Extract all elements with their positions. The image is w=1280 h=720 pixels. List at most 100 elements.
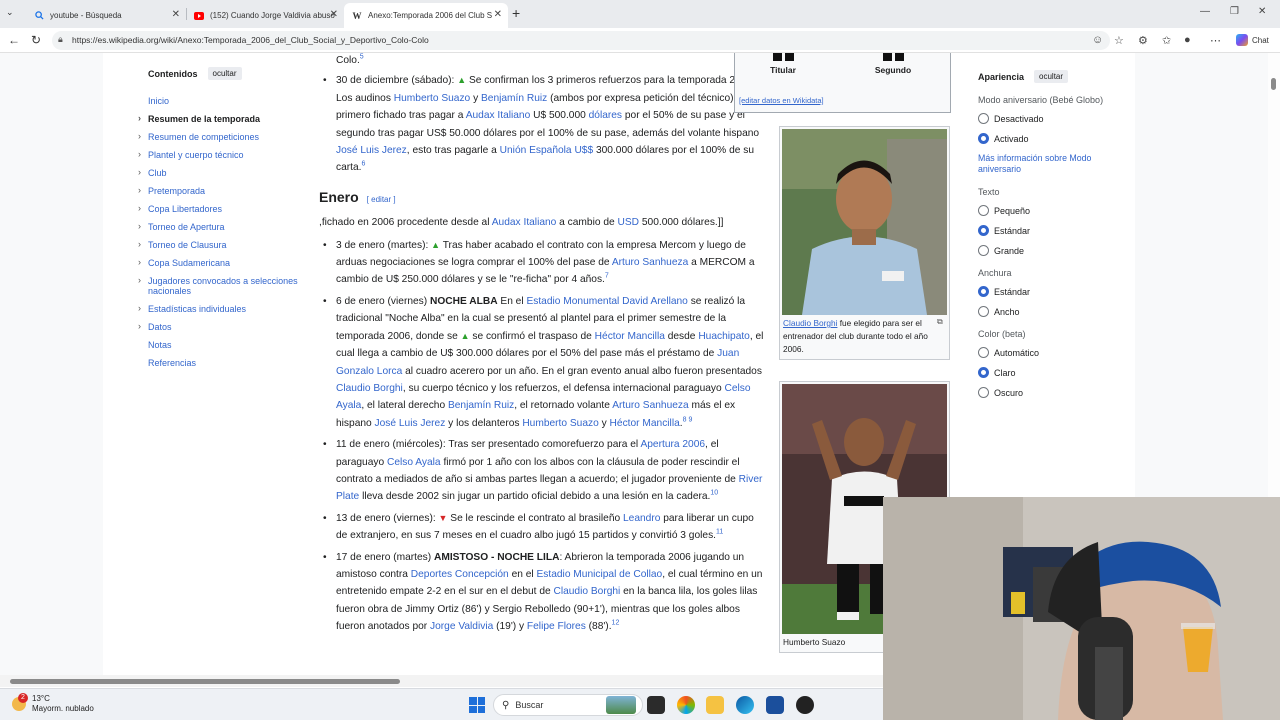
refresh-icon[interactable]: ↻ <box>31 33 41 47</box>
link[interactable]: Audax Italiano <box>466 110 531 121</box>
link[interactable]: Audax Italiano <box>492 217 557 228</box>
link[interactable]: Jorge Valdivia <box>430 621 493 632</box>
chevron-right-icon[interactable]: › <box>138 221 141 231</box>
reference-link[interactable]: 11 <box>716 529 723 536</box>
toc-item[interactable]: Referencias <box>148 358 298 368</box>
toc-item[interactable]: › Copa Sudamericana <box>138 257 298 268</box>
toc-item[interactable]: › Resumen de la temporada <box>138 113 298 124</box>
reference-link[interactable]: 8 9 <box>683 416 693 423</box>
favorites-icon[interactable]: ✩ <box>1162 34 1171 47</box>
horizontal-scrollbar-thumb[interactable] <box>10 679 400 684</box>
edit-section-link[interactable]: editar <box>371 195 391 204</box>
chevron-right-icon[interactable]: › <box>138 275 141 285</box>
toc-item[interactable]: › Plantel y cuerpo técnico <box>138 149 298 160</box>
color-option[interactable]: Oscuro <box>978 387 1128 398</box>
close-tab-icon[interactable]: ✕ <box>494 9 502 20</box>
link[interactable]: Héctor Mancilla <box>595 331 665 342</box>
reference-link[interactable]: 5 <box>360 54 364 61</box>
store-icon[interactable] <box>766 696 784 714</box>
new-tab-icon[interactable]: + <box>512 5 520 21</box>
toc-item[interactable]: › Torneo de Apertura <box>138 221 298 232</box>
profile-avatar-icon[interactable]: ● <box>1184 34 1191 46</box>
color-option[interactable]: Claro <box>978 367 1128 378</box>
radio-button[interactable] <box>978 387 989 398</box>
radio-button[interactable] <box>978 245 989 256</box>
link[interactable]: Benjamín Ruiz <box>481 93 547 104</box>
width-option[interactable]: Estándar <box>978 286 1128 297</box>
tab-youtube-video[interactable]: (152) Cuando Jorge Valdivia abusó ✕ <box>186 3 344 28</box>
tab-youtube-search[interactable]: youtube - Búsqueda ✕ <box>26 3 186 28</box>
link[interactable]: Humberto Suazo <box>394 93 470 104</box>
anniversary-option[interactable]: Desactivado <box>978 113 1128 124</box>
link[interactable]: Estadio Municipal de Collao <box>537 569 663 580</box>
text-size-option[interactable]: Estándar <box>978 225 1128 236</box>
chevron-right-icon[interactable]: › <box>138 239 141 249</box>
toc-item[interactable]: › Club <box>138 167 298 178</box>
toc-item[interactable]: › Datos <box>138 321 298 332</box>
link[interactable]: USD <box>618 217 640 228</box>
link[interactable]: dólares <box>589 110 622 121</box>
url-bar[interactable]: 🔒︎ https://es.wikipedia.org/wiki/Anexo:T… <box>52 31 1110 50</box>
text-size-option[interactable]: Grande <box>978 245 1128 256</box>
reference-link[interactable]: 12 <box>612 620 620 627</box>
toc-item[interactable]: › Torneo de Clausura <box>138 239 298 250</box>
link[interactable]: José Luis Jerez <box>375 418 446 429</box>
close-tab-icon[interactable]: ✕ <box>172 9 180 20</box>
reader-mode-icon[interactable]: ☺ <box>1092 34 1103 46</box>
anniversary-option[interactable]: Activado <box>978 133 1128 144</box>
chevron-right-icon[interactable]: › <box>138 303 141 313</box>
link[interactable]: Claudio Borghi <box>336 383 403 394</box>
tab-list-chevron-icon[interactable]: ⌄ <box>6 7 14 18</box>
radio-button[interactable] <box>978 367 989 378</box>
text-size-option[interactable]: Pequeño <box>978 205 1128 216</box>
chevron-right-icon[interactable]: › <box>138 203 141 213</box>
link[interactable]: Deportes Concepción <box>411 569 509 580</box>
reference-link[interactable]: 7 <box>605 273 609 280</box>
toc-item[interactable]: › Pretemporada <box>138 185 298 196</box>
toc-item[interactable]: › Copa Libertadores <box>138 203 298 214</box>
link[interactable]: Apertura 2006 <box>640 439 705 450</box>
link[interactable]: Arturo Sanhueza <box>612 257 688 268</box>
chevron-right-icon[interactable]: › <box>138 149 141 159</box>
url-text[interactable]: https://es.wikipedia.org/wiki/Anexo:Temp… <box>72 35 429 45</box>
vertical-scrollbar-thumb[interactable] <box>1271 78 1276 90</box>
restore-icon[interactable]: ❐ <box>1230 6 1239 17</box>
link[interactable]: U$$ <box>574 145 593 156</box>
chevron-right-icon[interactable]: › <box>138 113 141 123</box>
link[interactable]: Felipe Flores <box>527 621 586 632</box>
radio-button[interactable] <box>978 306 989 317</box>
toc-item[interactable]: › Estadísticas individuales <box>138 303 298 314</box>
close-tab-icon[interactable]: ✕ <box>330 9 338 20</box>
radio-button[interactable] <box>978 205 989 216</box>
link[interactable]: Celso Ayala <box>387 457 441 468</box>
widgets-icon[interactable] <box>606 696 636 714</box>
extensions-icon[interactable]: ⚙ <box>1138 34 1148 47</box>
borghi-photo[interactable] <box>782 129 947 315</box>
link[interactable]: Estadio Monumental David Arellano <box>526 296 687 307</box>
chevron-right-icon[interactable]: › <box>138 185 141 195</box>
obs-icon[interactable] <box>796 696 814 714</box>
chevron-right-icon[interactable]: › <box>138 167 141 177</box>
toc-item[interactable]: › Jugadores convocados a selecciones naci… <box>138 275 298 296</box>
toc-hide-button[interactable]: ocultar <box>207 67 242 80</box>
radio-button[interactable] <box>978 286 989 297</box>
task-view-icon[interactable] <box>647 696 665 714</box>
chevron-right-icon[interactable]: › <box>138 257 141 267</box>
toc-item[interactable]: Notas <box>148 340 298 350</box>
radio-button[interactable] <box>978 225 989 236</box>
back-arrow-icon[interactable]: ← <box>8 33 20 47</box>
copilot-chat-button[interactable]: Chat <box>1236 34 1269 46</box>
tab-wikipedia[interactable]: W Anexo:Temporada 2006 del Club S ✕ <box>344 3 508 28</box>
chevron-right-icon[interactable]: › <box>138 131 141 141</box>
link[interactable]: José Luis Jerez <box>336 145 407 156</box>
link[interactable]: Leandro <box>623 513 660 524</box>
windows-start-icon[interactable] <box>469 697 485 713</box>
link[interactable]: Benjamín Ruiz <box>448 400 514 411</box>
width-option[interactable]: Ancho <box>978 306 1128 317</box>
copilot-app-icon[interactable] <box>677 696 695 714</box>
link[interactable]: Arturo Sanhueza <box>612 400 688 411</box>
favorite-star-icon[interactable]: ☆ <box>1114 34 1124 47</box>
file-explorer-icon[interactable] <box>706 696 724 714</box>
radio-button[interactable] <box>978 347 989 358</box>
close-window-icon[interactable]: ✕ <box>1258 6 1266 17</box>
